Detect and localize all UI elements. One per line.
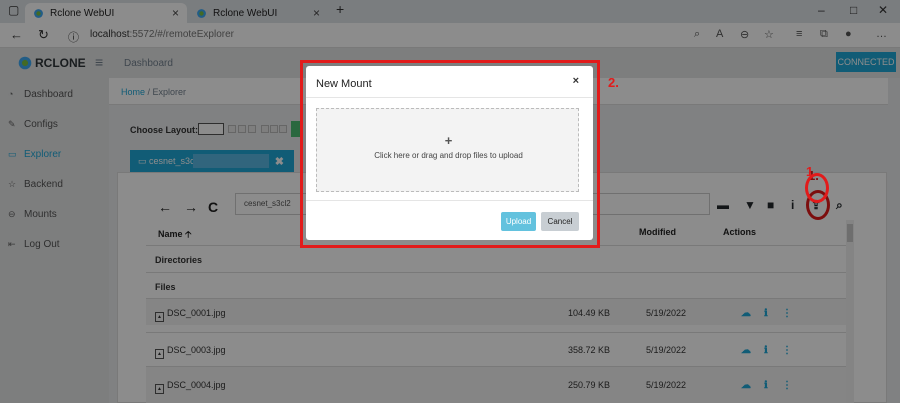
new-mount-modal: New Mount × + Click here or drag and dro… <box>306 66 593 240</box>
plus-icon: + <box>444 133 453 148</box>
annotation-step-2: 2. <box>608 75 619 90</box>
upload-button[interactable]: Upload <box>501 212 536 231</box>
dropzone-text: Click here or drag and drop files to upl… <box>374 151 523 160</box>
modal-close-icon[interactable]: × <box>573 75 579 87</box>
cancel-button[interactable]: Cancel <box>541 212 579 231</box>
modal-divider <box>306 97 593 98</box>
modal-divider <box>306 200 593 201</box>
annotation-step-1-overlay: 1. <box>806 164 817 179</box>
modal-title: New Mount <box>316 78 372 90</box>
file-dropzone[interactable]: + Click here or drag and drop files to u… <box>316 108 579 192</box>
